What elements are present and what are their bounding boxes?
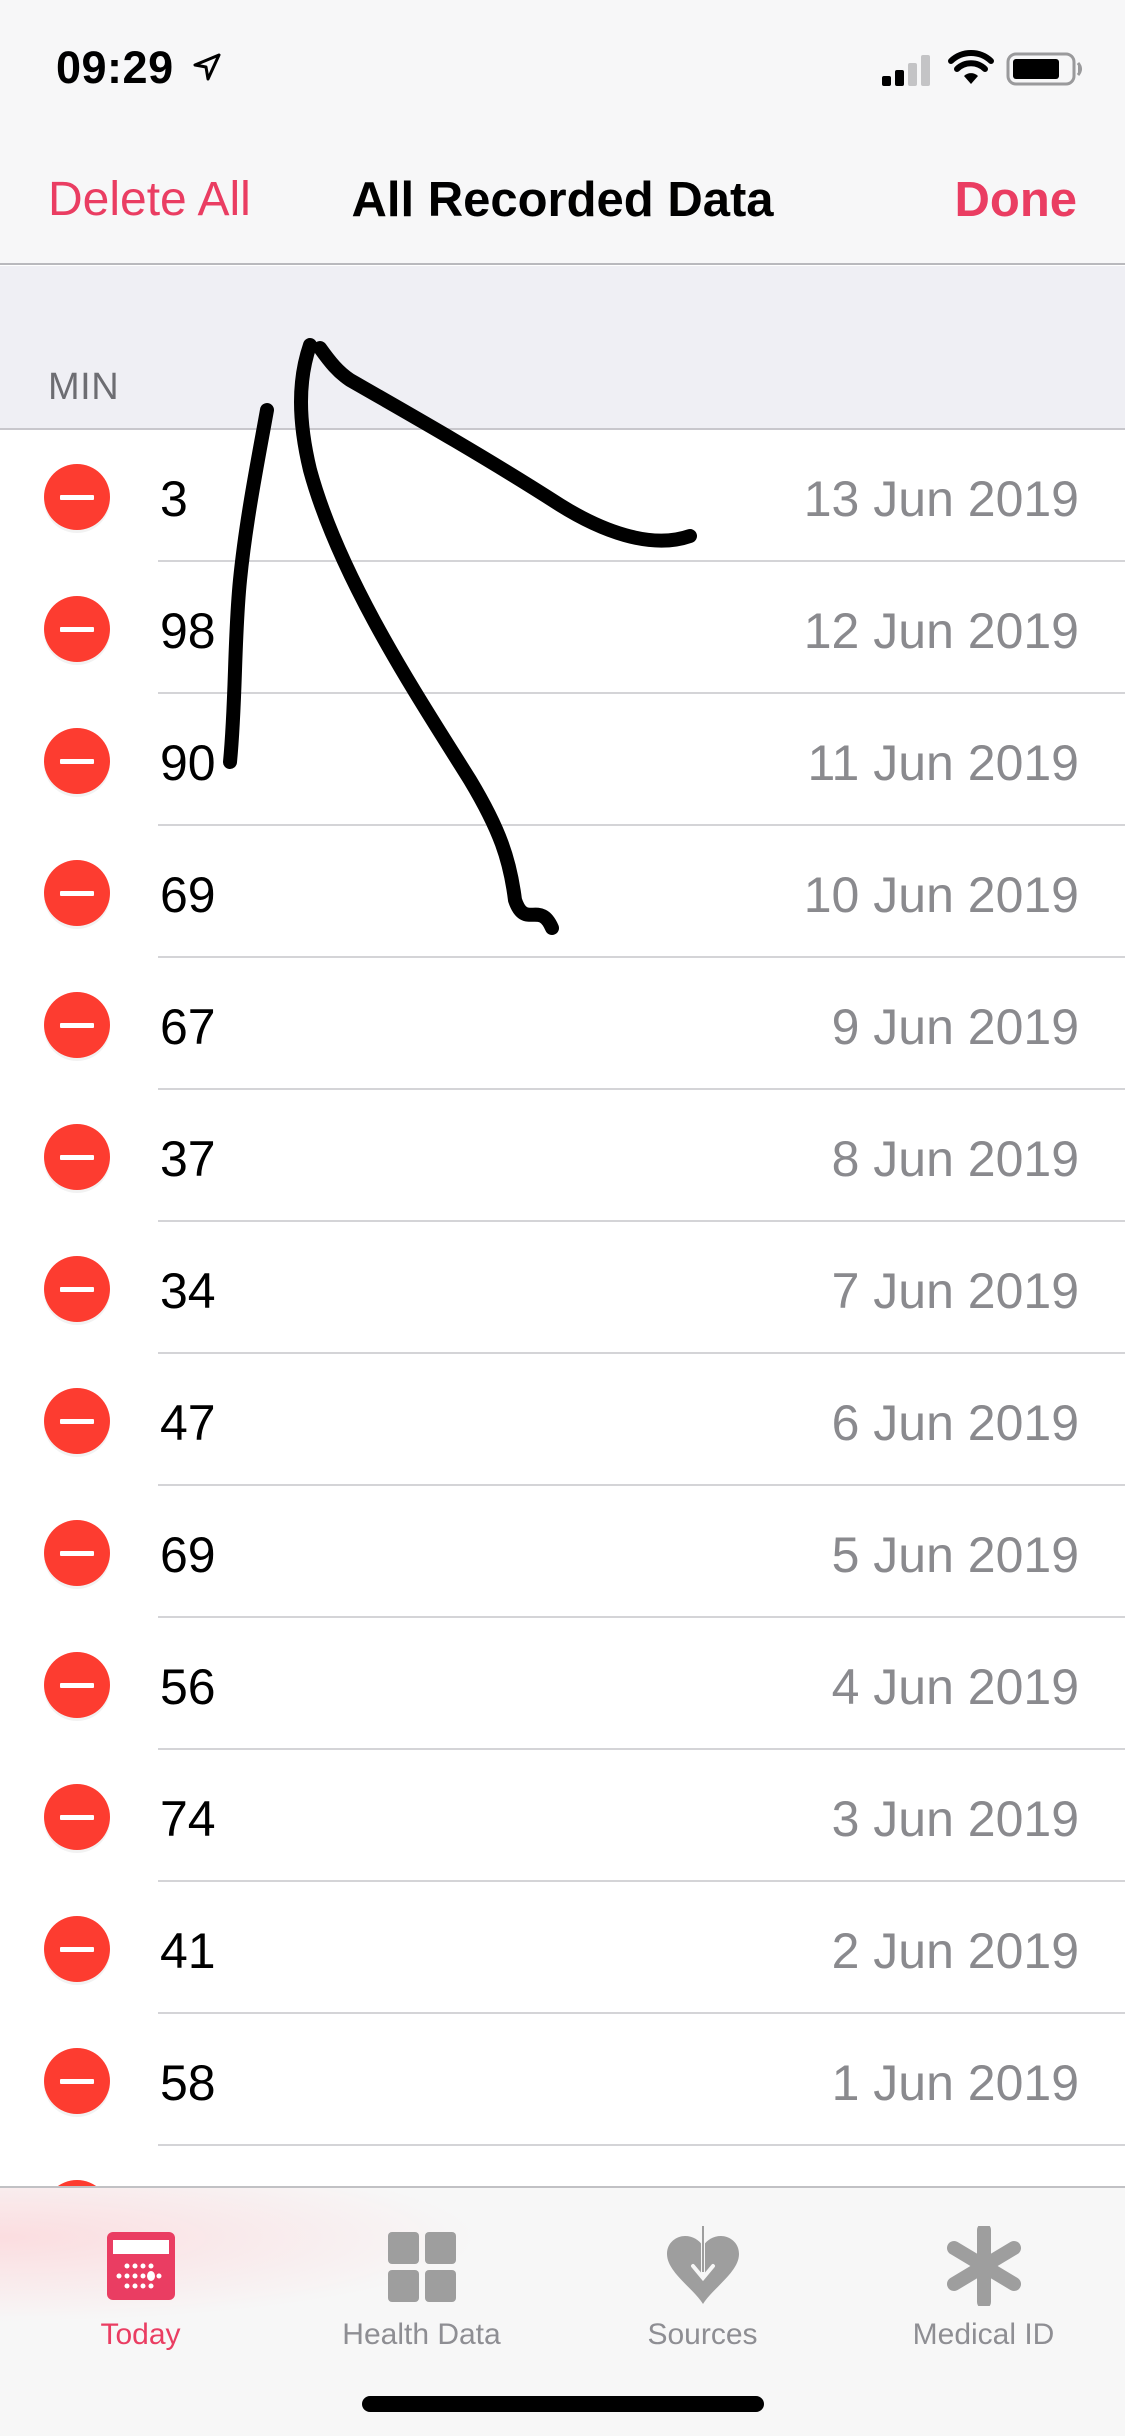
wifi-icon — [948, 50, 994, 84]
delete-record-button[interactable] — [44, 1124, 110, 1190]
record-date: 12 Jun 2019 — [803, 603, 1079, 659]
record-date: 2 Jun 2019 — [831, 1923, 1079, 1979]
record-date: 13 Jun 2019 — [803, 471, 1079, 527]
record-date: 8 Jun 2019 — [831, 1131, 1079, 1187]
record-value: 69 — [160, 867, 216, 923]
record-value: 37 — [160, 1131, 216, 1187]
tab-health-data-label: Health Data — [342, 2318, 501, 2351]
battery-icon — [1006, 52, 1082, 86]
section-header: MIN — [0, 266, 1125, 430]
delete-record-button[interactable] — [44, 1784, 110, 1850]
delete-record-button[interactable] — [44, 1388, 110, 1454]
record-value: 56 — [160, 1659, 216, 1715]
list-item[interactable]: 34 7 Jun 2019 — [0, 1222, 1125, 1354]
home-indicator[interactable] — [362, 2396, 764, 2412]
record-date: 4 Jun 2019 — [831, 1659, 1079, 1715]
status-time: 09:29 — [56, 42, 174, 93]
record-value: 3 — [160, 471, 188, 527]
delete-record-button[interactable] — [44, 1256, 110, 1322]
delete-record-button[interactable] — [44, 992, 110, 1058]
medical-id-asterisk-icon — [946, 2226, 1021, 2306]
delete-record-button[interactable] — [44, 728, 110, 794]
record-value: 47 — [160, 1395, 216, 1451]
list-item[interactable]: 56 4 Jun 2019 — [0, 1618, 1125, 1750]
list-item[interactable]: 47 6 Jun 2019 — [0, 1354, 1125, 1486]
record-value: 34 — [160, 1263, 216, 1319]
record-date: 11 Jun 2019 — [807, 735, 1079, 791]
record-value: 98 — [160, 603, 216, 659]
done-button[interactable]: Done — [955, 172, 1078, 228]
tab-today-label: Today — [100, 2318, 181, 2351]
list-item[interactable]: 37 8 Jun 2019 — [0, 1090, 1125, 1222]
delete-record-button[interactable] — [44, 860, 110, 926]
list-item[interactable]: 41 2 Jun 2019 — [0, 1882, 1125, 2014]
location-arrow-icon — [193, 53, 221, 81]
tab-medical-id[interactable]: Medical ID — [843, 2208, 1124, 2358]
record-value: 90 — [160, 735, 216, 791]
delete-record-button[interactable] — [44, 1916, 110, 1982]
list-item[interactable]: 69 5 Jun 2019 — [0, 1486, 1125, 1618]
section-header-label: MIN — [48, 366, 120, 408]
delete-record-button[interactable] — [44, 2048, 110, 2114]
delete-record-button[interactable] — [44, 596, 110, 662]
tab-sources-label: Sources — [647, 2318, 758, 2351]
delete-record-button[interactable] — [44, 464, 110, 530]
record-date: 10 Jun 2019 — [803, 867, 1079, 923]
record-value: 69 — [160, 1527, 216, 1583]
record-date: 6 Jun 2019 — [831, 1395, 1079, 1451]
list-item[interactable]: 98 12 Jun 2019 — [0, 562, 1125, 694]
tab-sources[interactable]: Sources — [562, 2208, 843, 2358]
today-calendar-icon — [106, 2232, 175, 2300]
record-date: 9 Jun 2019 — [831, 999, 1079, 1055]
list-item[interactable]: 90 11 Jun 2019 — [0, 694, 1125, 826]
page-title-text: All Recorded Data — [351, 173, 774, 227]
record-value: 41 — [160, 1923, 216, 1979]
list-item[interactable]: 69 10 Jun 2019 — [0, 826, 1125, 958]
tab-today[interactable]: Today — [0, 2208, 281, 2358]
record-date: 7 Jun 2019 — [831, 1263, 1079, 1319]
list-item[interactable]: 58 1 Jun 2019 — [0, 2014, 1125, 2146]
record-value: 74 — [160, 1791, 216, 1847]
record-value: 58 — [160, 2055, 216, 2111]
record-value: 67 — [160, 999, 216, 1055]
list-item[interactable]: 67 9 Jun 2019 — [0, 958, 1125, 1090]
sources-heart-icon — [666, 2226, 739, 2304]
health-data-grid-icon — [387, 2232, 456, 2302]
navigation-bar: Delete All All Recorded Data Done — [0, 132, 1125, 265]
list-item[interactable]: 3 13 Jun 2019 — [0, 430, 1125, 562]
tab-medical-id-label: Medical ID — [912, 2318, 1055, 2351]
status-bar: 09:29 — [0, 0, 1125, 132]
record-date: 5 Jun 2019 — [831, 1527, 1079, 1583]
tab-health-data[interactable]: Health Data — [281, 2208, 562, 2358]
record-date: 1 Jun 2019 — [831, 2055, 1079, 2111]
cellular-signal-icon — [882, 55, 930, 86]
delete-record-button[interactable] — [44, 1652, 110, 1718]
record-date: 3 Jun 2019 — [831, 1791, 1079, 1847]
delete-record-button[interactable] — [44, 1520, 110, 1586]
records-list: 3 13 Jun 2019 98 12 Jun 2019 90 11 Jun 2… — [0, 430, 1125, 2278]
list-item[interactable]: 74 3 Jun 2019 — [0, 1750, 1125, 1882]
